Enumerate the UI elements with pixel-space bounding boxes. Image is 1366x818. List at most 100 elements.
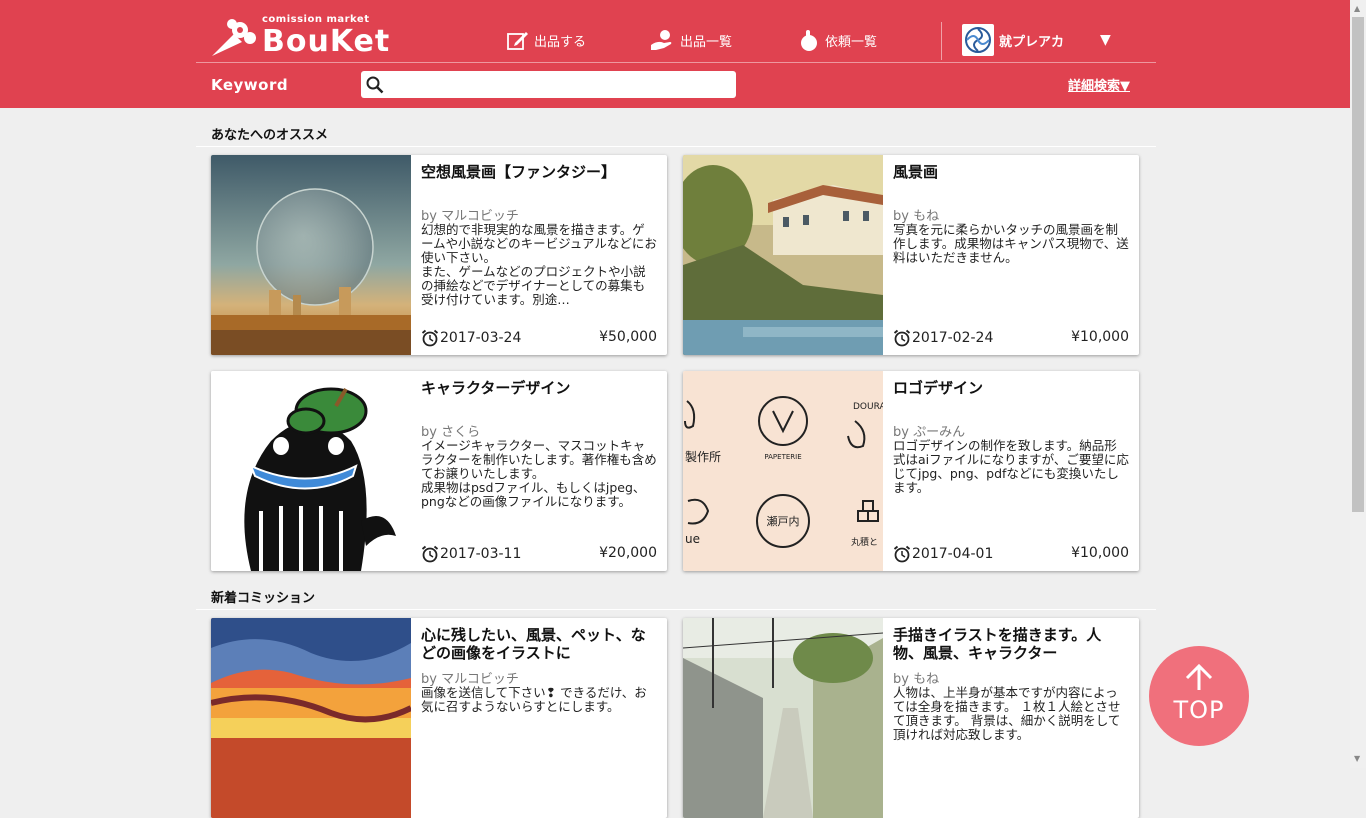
- keyword-label: Keyword: [211, 76, 289, 94]
- section-title-recommended: あなたへのオススメ: [211, 128, 329, 143]
- date-text: 2017-03-24: [440, 330, 522, 346]
- author-name: ぷーみん: [913, 425, 966, 440]
- back-to-top-label: TOP: [1173, 696, 1225, 724]
- listing-author[interactable]: by もね: [893, 668, 939, 687]
- scroll-up-arrow-icon[interactable]: ▲: [1354, 4, 1360, 13]
- logo-wordmark: BouKet: [262, 24, 391, 59]
- listing-date: 2017-03-24: [421, 329, 521, 347]
- site-logo[interactable]: comission market BouKet: [210, 14, 430, 60]
- logo-sample-text: 製作所: [685, 450, 721, 464]
- listing-date: 2017-04-01: [893, 545, 993, 563]
- nav-label: 出品する: [534, 34, 587, 50]
- nav-requests[interactable]: 依頼一覧: [799, 28, 877, 52]
- date-text: 2017-04-01: [912, 546, 994, 562]
- whale-character-image: [211, 371, 411, 571]
- listing-card[interactable]: PAPETERIE 瀬戸内 製作所 DOURA ue 丸積と ロゴデザイン by…: [683, 371, 1139, 571]
- listing-thumbnail: [683, 618, 883, 818]
- listing-title: ロゴデザイン: [893, 379, 984, 397]
- user-menu[interactable]: 就プレアカ: [962, 24, 1064, 56]
- listing-price: ¥10,000: [1071, 545, 1129, 561]
- nav-divider: [941, 22, 942, 60]
- advanced-search-link[interactable]: 詳細検索▼: [1068, 75, 1130, 94]
- listing-card[interactable]: 風景画 by もね 写真を元に柔らかいタッチの風景画を制作します。成果物はキャン…: [683, 155, 1139, 355]
- listing-author[interactable]: by ぷーみん: [893, 421, 965, 440]
- listing-card[interactable]: 心に残したい、風景、ペット、などの画像をイラストに by マルコビッチ 画像を送…: [211, 618, 667, 818]
- listing-card[interactable]: キャラクターデザイン by さくら イメージキャラクター、マスコットキャラクター…: [211, 371, 667, 571]
- alarm-clock-icon: [421, 545, 439, 563]
- author-name: もね: [913, 672, 940, 687]
- listing-author[interactable]: by もね: [893, 205, 939, 224]
- listing-thumbnail: [211, 371, 411, 571]
- listing-title: 手描きイラストを描きます。人物、風景、キャラクター: [893, 626, 1102, 662]
- author-name: もね: [913, 209, 940, 224]
- listing-thumbnail: PAPETERIE 瀬戸内 製作所 DOURA ue 丸積と: [683, 371, 883, 571]
- user-dropdown-caret[interactable]: ▼: [1100, 32, 1111, 48]
- nav-label: 依頼一覧: [825, 34, 878, 50]
- logo-sample-text: PAPETERIE: [764, 453, 801, 461]
- author-prefix: by: [421, 425, 437, 440]
- listing-date: 2017-03-11: [421, 545, 521, 563]
- author-name: マルコビッチ: [441, 209, 519, 224]
- alley-illustration-image: [683, 618, 883, 818]
- listing-card[interactable]: 手描きイラストを描きます。人物、風景、キャラクター by もね 人物は、上半身が…: [683, 618, 1139, 818]
- listing-description: 人物は、上半身が基本ですが内容によっては全身を描きます。 １枚１人絵とさせて頂き…: [893, 686, 1121, 742]
- listing-description: イメージキャラクター、マスコットキャラクターを制作いたします。著作権も含めてお譲…: [421, 439, 657, 509]
- bouquet-icon: [212, 19, 256, 56]
- section-title-new: 新着コミッション: [211, 591, 316, 606]
- fantasy-landscape-image: [211, 155, 411, 355]
- date-text: 2017-03-11: [440, 546, 522, 562]
- hand-icon: [651, 30, 672, 50]
- alarm-clock-icon: [893, 545, 911, 563]
- scroll-down-arrow-icon[interactable]: ▼: [1354, 754, 1360, 763]
- listing-description: 写真を元に柔らかいタッチの風景画を制作します。成果物はキャンパス現物で、送料はい…: [893, 223, 1129, 265]
- section-divider: [196, 609, 1156, 610]
- author-prefix: by: [893, 672, 909, 687]
- logo-sample-text: 瀬戸内: [767, 514, 800, 528]
- user-name: 就プレアカ: [999, 34, 1065, 50]
- scrollbar-thumb[interactable]: [1352, 17, 1364, 512]
- listing-price: ¥20,000: [599, 545, 657, 561]
- scrollbar[interactable]: ▲ ▼: [1350, 0, 1366, 768]
- listing-title: 心に残したい、風景、ペット、などの画像をイラストに: [421, 626, 646, 662]
- date-text: 2017-02-24: [912, 330, 994, 346]
- section-divider: [196, 146, 1156, 147]
- listing-thumbnail: [211, 155, 411, 355]
- edit-icon: [507, 32, 528, 50]
- listing-date: 2017-02-24: [893, 329, 993, 347]
- logo-sample-text: 丸積と: [851, 536, 878, 548]
- listing-title: キャラクターデザイン: [421, 379, 571, 397]
- search-box: [361, 71, 736, 98]
- author-name: マルコビッチ: [441, 672, 519, 687]
- listing-title: 風景画: [893, 163, 939, 181]
- logo-samples-image: PAPETERIE 瀬戸内 製作所 DOURA ue 丸積と: [683, 371, 883, 571]
- listing-description: ロゴデザインの制作を致します。納品形式はaiファイルになりますが、ご要望に応じて…: [893, 439, 1129, 495]
- listing-author[interactable]: by マルコビッチ: [421, 205, 519, 224]
- header-divider: [196, 62, 1156, 63]
- nav-create-listing[interactable]: 出品する: [506, 28, 586, 52]
- search-input[interactable]: [389, 74, 733, 96]
- listing-author[interactable]: by マルコビッチ: [421, 668, 519, 687]
- author-prefix: by: [421, 672, 437, 687]
- arrow-up-icon: [1185, 664, 1213, 690]
- site-header: comission market BouKet 出品する 出品一覧 依頼一覧 就…: [0, 0, 1350, 108]
- landscape-painting-image: [683, 155, 883, 355]
- search-icon[interactable]: [366, 76, 384, 94]
- alarm-clock-icon: [421, 329, 439, 347]
- listing-author[interactable]: by さくら: [421, 421, 480, 440]
- listing-description: 画像を送信して下さい❢ できるだけ、お気に召すようないらすとにします。: [421, 686, 647, 714]
- logo-sample-text: DOURA: [853, 402, 883, 412]
- sunset-painting-image: [211, 618, 411, 818]
- listing-price: ¥50,000: [599, 329, 657, 345]
- nav-listings[interactable]: 出品一覧: [650, 28, 732, 52]
- back-to-top-button[interactable]: TOP: [1149, 646, 1249, 746]
- listing-thumbnail: [683, 155, 883, 355]
- logo-sample-text: ue: [685, 532, 700, 546]
- listing-price: ¥10,000: [1071, 329, 1129, 345]
- author-prefix: by: [893, 425, 909, 440]
- listing-description: 幻想的で非現実的な風景を描きます。ゲームや小説などのキービジュアルなどにお使い下…: [421, 223, 657, 307]
- author-name: さくら: [441, 425, 481, 440]
- listing-card[interactable]: 空想風景画【ファンタジー】 by マルコビッチ 幻想的で非現実的な風景を描きます…: [211, 155, 667, 355]
- author-prefix: by: [421, 209, 437, 224]
- avatar: [962, 24, 994, 56]
- avatar-logo-icon: [965, 27, 991, 53]
